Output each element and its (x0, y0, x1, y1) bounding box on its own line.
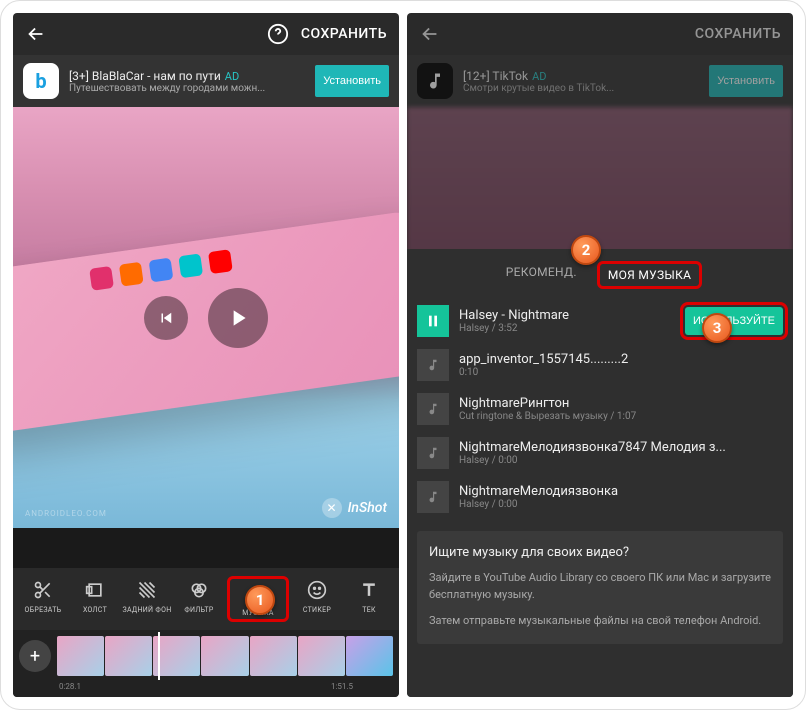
track-list: Halsey - Nightmare Halsey / 3:52 ИСПОЛЬЗ… (407, 299, 793, 519)
text-icon (357, 578, 381, 602)
track-item[interactable]: NightmareМелодиязвонка7847 Мелодия з... … (407, 431, 793, 475)
canvas-icon (83, 578, 107, 602)
back-icon[interactable] (25, 23, 47, 45)
track-meta: Cut ringtone & Вырезать музыку / 1:07 (459, 411, 783, 422)
tab-my-music[interactable]: МОЯ МУЗЫКА (597, 261, 702, 289)
save-button[interactable]: СОХРАНИТЬ (301, 26, 387, 42)
tool-sticker[interactable]: СТИКЕР (293, 578, 341, 620)
music-note-icon (417, 481, 449, 513)
track-title: Halsey - Nightmare (459, 308, 675, 323)
prev-icon[interactable] (144, 296, 188, 340)
filter-icon (187, 578, 211, 602)
video-preview[interactable]: ANDROIDLEO.COM ✕ InShot (13, 107, 399, 528)
track-meta: Halsey / 3:52 (459, 323, 675, 334)
callout-2: 2 (571, 235, 601, 265)
ad-subtitle: Смотри крутые видео в TikTok... (463, 83, 699, 94)
tool-crop[interactable]: ОБРЕЗАТЬ (19, 578, 67, 620)
tool-filter[interactable]: ФИЛЬТР (175, 578, 223, 620)
music-note-icon (417, 437, 449, 469)
help-icon[interactable] (267, 23, 289, 45)
phone-left-editor: СОХРАНИТЬ b [3+] BlaBlaCar - нам по пути… (13, 13, 399, 697)
ad-banner[interactable]: [12+] TikTokAD Смотри крутые видео в Tik… (407, 55, 793, 107)
pause-icon[interactable] (417, 305, 449, 337)
inshot-watermark: InShot (348, 500, 387, 516)
tool-text[interactable]: ТЕК (345, 578, 393, 620)
topbar: СОХРАНИТЬ (13, 13, 399, 55)
track-meta: Halsey / 0:00 (459, 455, 783, 466)
music-note-icon (417, 349, 449, 381)
timecodes: 0:28.1 1:51.5 (13, 682, 399, 697)
track-title: NightmareРингтон (459, 396, 783, 411)
ad-title: [3+] BlaBlaCar - нам по путиAD (69, 69, 305, 83)
track-meta: Halsey / 0:00 (459, 499, 783, 510)
phone-right-music: СОХРАНИТЬ [12+] TikTokAD Смотри крутые в… (407, 13, 793, 697)
ad-subtitle: Путешествовать между городами можн... (69, 83, 305, 94)
info-title: Ищите музыку для своих видео? (429, 545, 771, 560)
tool-canvas[interactable]: ХОЛСТ (71, 578, 119, 620)
add-clip-button[interactable]: + (19, 640, 51, 672)
ad-install-button[interactable]: Установить (709, 65, 783, 97)
playhead[interactable] (158, 632, 160, 680)
music-panel: РЕКОМЕНД. МОЯ МУЗЫКА Halsey - Nightmare … (407, 249, 793, 697)
ad-app-icon: b (23, 63, 59, 99)
topbar: СОХРАНИТЬ (407, 13, 793, 55)
editor-toolbar: ОБРЕЗАТЬ ХОЛСТ ЗАДНИЙ ФОН ФИЛЬТР МУЗЫКА (13, 568, 399, 630)
close-watermark-icon[interactable]: ✕ (322, 498, 342, 518)
tool-background[interactable]: ЗАДНИЙ ФОН (123, 578, 171, 620)
ad-app-icon (417, 63, 453, 99)
callout-3: 3 (702, 313, 732, 343)
background-icon (135, 578, 159, 602)
track-item[interactable]: NightmareРингтон Cut ringtone & Вырезать… (407, 387, 793, 431)
brand-watermark: ANDROIDLEO.COM (25, 509, 107, 518)
track-meta: 0:10 (459, 367, 783, 378)
track-title: NightmareМелодиязвонка7847 Мелодия з... (459, 440, 783, 455)
track-item[interactable]: NightmareМелодиязвонка Halsey / 0:00 (407, 475, 793, 519)
timeline-thumbnails[interactable] (57, 636, 393, 676)
music-note-icon (417, 393, 449, 425)
callout-1: 1 (245, 585, 275, 615)
timeline[interactable]: + (13, 630, 399, 682)
info-text: Зайдите в YouTube Audio Library со своег… (429, 570, 771, 603)
track-item[interactable]: app_inventor_1557145.........2 0:10 (407, 343, 793, 387)
ad-banner[interactable]: b [3+] BlaBlaCar - нам по путиAD Путешес… (13, 55, 399, 107)
ad-title: [12+] TikTokAD (463, 69, 699, 83)
back-icon[interactable] (419, 23, 441, 45)
track-title: NightmareМелодиязвонка (459, 484, 783, 499)
sticker-icon (305, 578, 329, 602)
use-track-button[interactable]: ИСПОЛЬЗУЙТЕ (685, 307, 783, 335)
info-box: Ищите музыку для своих видео? Зайдите в … (417, 531, 783, 644)
track-item[interactable]: Halsey - Nightmare Halsey / 3:52 ИСПОЛЬЗ… (407, 299, 793, 343)
scissors-icon (31, 578, 55, 602)
info-text: Затем отправьте музыкальные файлы на сво… (429, 613, 771, 630)
save-button[interactable]: СОХРАНИТЬ (695, 26, 781, 42)
ad-install-button[interactable]: Установить (315, 65, 389, 97)
play-icon[interactable] (208, 288, 268, 348)
track-title: app_inventor_1557145.........2 (459, 352, 783, 367)
tab-recommend[interactable]: РЕКОМЕНД. (498, 261, 585, 289)
